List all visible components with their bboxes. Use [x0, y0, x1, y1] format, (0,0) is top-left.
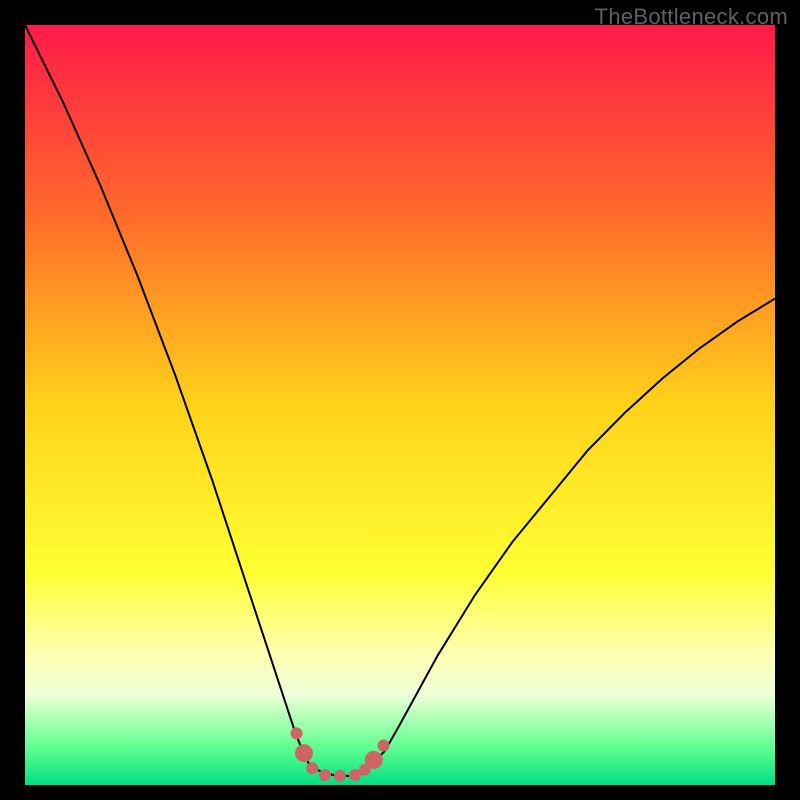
bottleneck-chart	[25, 25, 775, 785]
valley-marker	[334, 770, 346, 782]
valley-marker	[291, 727, 303, 739]
watermark-text: TheBottleneck.com	[595, 4, 788, 30]
chart-background	[25, 25, 775, 785]
valley-marker	[365, 751, 383, 769]
valley-marker	[378, 739, 390, 751]
valley-marker	[306, 762, 318, 774]
valley-marker	[295, 744, 313, 762]
chart-container	[25, 25, 775, 785]
valley-marker	[319, 769, 331, 781]
